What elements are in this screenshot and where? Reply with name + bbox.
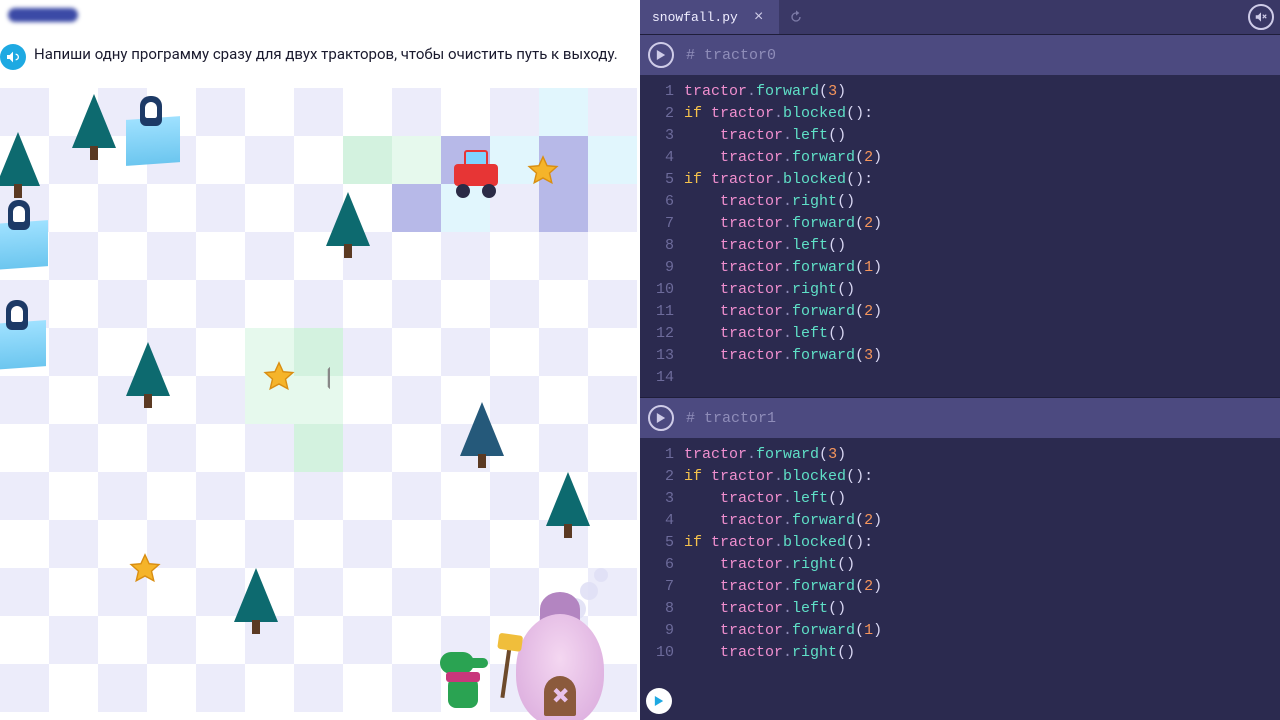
game-pane[interactable]: Напиши одну программу сразу для двух тра… bbox=[0, 0, 640, 720]
gutter: 12345678910 bbox=[640, 444, 684, 664]
editor-body[interactable]: # tractor01234567891011121314tractor.for… bbox=[640, 34, 1280, 720]
code-lines[interactable]: tractor.forward(3)if tractor.blocked(): … bbox=[684, 444, 1280, 664]
editor-pane: snowfall.py × # tractor01234567891011121… bbox=[640, 0, 1280, 720]
gutter: 1234567891011121314 bbox=[640, 81, 684, 389]
code-block-tractor0: # tractor01234567891011121314tractor.for… bbox=[640, 34, 1280, 397]
game-board[interactable] bbox=[0, 88, 640, 720]
run-block-button[interactable] bbox=[648, 405, 674, 431]
code-comment: # tractor1 bbox=[686, 410, 776, 427]
code-block-tractor1: # tractor112345678910tractor.forward(3)i… bbox=[640, 397, 1280, 672]
mute-icon bbox=[1254, 10, 1268, 24]
code-lines[interactable]: tractor.forward(3)if tractor.blocked(): … bbox=[684, 81, 1280, 389]
mute-button[interactable] bbox=[1248, 4, 1274, 30]
file-tab[interactable]: snowfall.py × bbox=[640, 0, 779, 34]
code-header: # tractor1 bbox=[640, 398, 1280, 438]
close-tab-button[interactable]: × bbox=[750, 8, 768, 26]
task-bar: Напиши одну программу сразу для двух тра… bbox=[0, 44, 640, 70]
code-comment: # tractor0 bbox=[686, 47, 776, 64]
task-text: Напиши одну программу сразу для двух тра… bbox=[34, 44, 618, 66]
undo-button[interactable] bbox=[779, 0, 813, 34]
play-icon bbox=[654, 695, 664, 707]
speak-task-button[interactable] bbox=[0, 44, 26, 70]
logo-blur bbox=[8, 8, 78, 22]
speaker-icon bbox=[5, 49, 21, 65]
editor-tabs: snowfall.py × bbox=[640, 0, 1280, 34]
file-tab-label: snowfall.py bbox=[652, 10, 738, 25]
run-all-button[interactable] bbox=[646, 688, 672, 714]
undo-icon bbox=[788, 9, 804, 25]
code-body[interactable]: 12345678910tractor.forward(3)if tractor.… bbox=[640, 438, 1280, 672]
code-header: # tractor0 bbox=[640, 35, 1280, 75]
code-body[interactable]: 1234567891011121314tractor.forward(3)if … bbox=[640, 75, 1280, 397]
run-block-button[interactable] bbox=[648, 42, 674, 68]
